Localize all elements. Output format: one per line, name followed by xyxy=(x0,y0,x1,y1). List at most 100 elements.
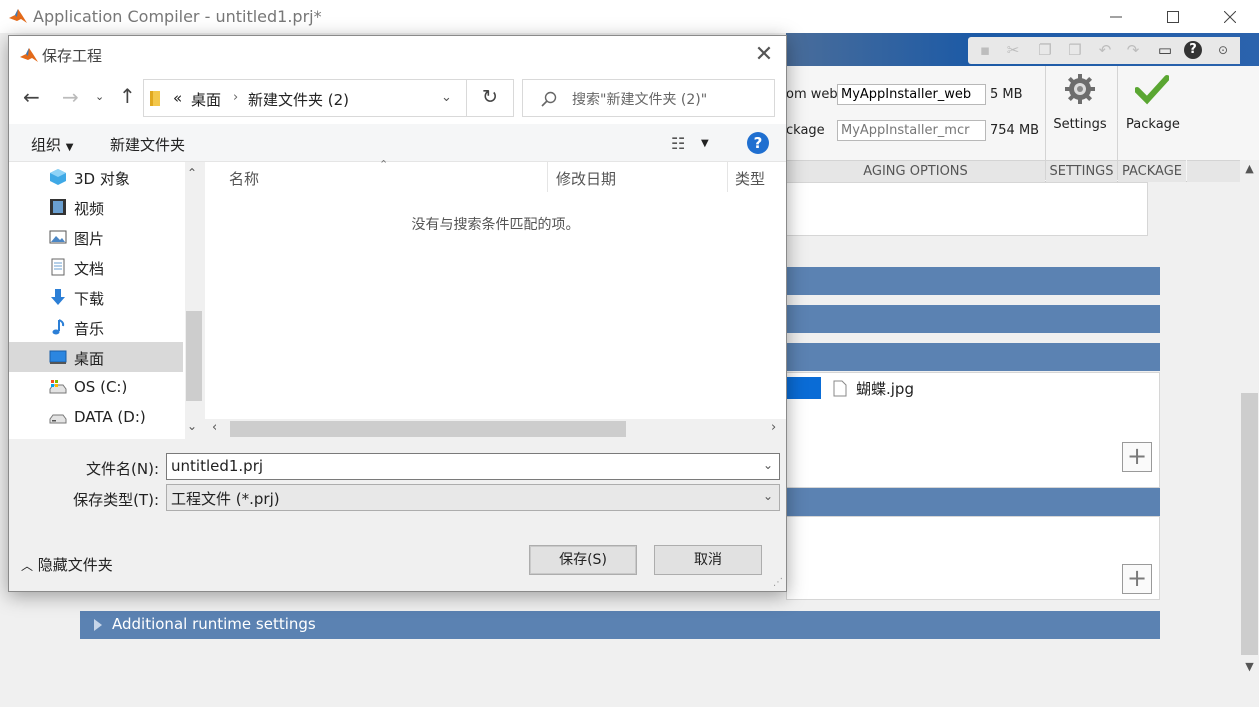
address-bar[interactable]: « 桌面 › 新建文件夹 (2) ⌄ ↻ xyxy=(143,79,514,117)
back-icon[interactable]: ← xyxy=(23,85,40,109)
selected-file-highlight[interactable] xyxy=(786,377,821,399)
mcr-installer-size: 754 MB xyxy=(990,123,1040,138)
close-dialog-button[interactable]: ✕ xyxy=(752,42,776,67)
tree-label: DATA (D:) xyxy=(74,408,146,426)
tree-item-drive-d[interactable]: DATA (D:) xyxy=(9,402,183,432)
breadcrumb-desktop[interactable]: 桌面 xyxy=(191,89,221,110)
dialog-toolbar: 组织 ▼ 新建文件夹 ☷ ▼ ? xyxy=(9,124,786,162)
save-dialog: 保存工程 ✕ ← → ⌄ ↑ « 桌面 › 新建文件夹 (2) ⌄ ↻ 搜索"新… xyxy=(8,35,787,592)
new-folder-button[interactable]: 新建文件夹 xyxy=(110,134,185,155)
additional-runtime-bar[interactable]: Additional runtime settings xyxy=(80,611,1160,639)
tree-item-desktop[interactable]: 桌面 xyxy=(9,342,183,372)
address-dropdown-icon[interactable]: ⌄ xyxy=(441,90,452,105)
cancel-button[interactable]: 取消 xyxy=(654,545,762,575)
tree-label: 桌面 xyxy=(74,350,105,368)
tree-item-3d-objects[interactable]: 3D 对象 xyxy=(9,162,183,192)
filename-input[interactable]: untitled1.prj ⌄ xyxy=(166,453,780,480)
address-divider xyxy=(466,80,467,116)
packaging-options-section: AGING OPTIONS xyxy=(786,160,1045,182)
tree-scroll-thumb[interactable] xyxy=(186,311,202,401)
chevron-down-icon[interactable]: ⌄ xyxy=(763,489,773,503)
forward-icon[interactable]: → xyxy=(62,85,79,109)
package-button[interactable]: Package xyxy=(1117,117,1189,132)
description-box xyxy=(786,182,1148,236)
copy-icon[interactable]: ❐ xyxy=(1036,41,1054,59)
scroll-up-icon[interactable]: ▲ xyxy=(1240,160,1259,178)
view-options-icon[interactable]: ☷ xyxy=(671,134,685,153)
paste-icon[interactable]: ❒ xyxy=(1066,41,1084,59)
recent-locations-icon[interactable]: ⌄ xyxy=(95,90,104,103)
help-icon[interactable]: ? xyxy=(1184,41,1202,59)
main-scroll-thumb[interactable] xyxy=(1241,393,1258,655)
cut-icon[interactable]: ✂ xyxy=(1004,41,1022,59)
column-header-type[interactable]: 类型 xyxy=(735,162,765,192)
chevron-up-icon: ︿ xyxy=(21,559,34,573)
close-window-button[interactable] xyxy=(1201,0,1259,33)
tree-label: 视频 xyxy=(74,200,105,218)
column-divider[interactable] xyxy=(727,162,728,192)
additional-runtime-label: Additional runtime settings xyxy=(112,615,316,633)
column-header-modified[interactable]: 修改日期 xyxy=(556,162,616,192)
chevron-down-icon[interactable]: ⌄ xyxy=(763,458,773,472)
settings-section: SETTINGS xyxy=(1046,160,1117,182)
navigation-bar: ← → ⌄ ↑ « 桌面 › 新建文件夹 (2) ⌄ ↻ 搜索"新建文件夹 (2… xyxy=(9,74,786,124)
window-layout-icon[interactable]: ▭ xyxy=(1156,41,1174,59)
save-button[interactable]: 保存(S) xyxy=(529,545,637,575)
download-icon xyxy=(51,289,65,305)
minimize-button[interactable] xyxy=(1087,0,1145,33)
tree-item-downloads[interactable]: 下载 xyxy=(9,282,183,312)
tree-item-drive-c[interactable]: OS (C:) xyxy=(9,372,183,402)
breadcrumb-separator-icon[interactable]: › xyxy=(233,90,238,105)
add-file-button-2[interactable]: + xyxy=(1122,564,1152,594)
column-header-name[interactable]: 名称 xyxy=(229,162,259,192)
settings-button[interactable]: Settings xyxy=(1044,117,1116,132)
filetype-value: 工程文件 (*.prj) xyxy=(171,490,280,508)
search-placeholder: 搜索"新建文件夹 (2)" xyxy=(572,92,708,108)
filename-value: untitled1.prj xyxy=(171,457,264,475)
tree-item-documents[interactable]: 文档 xyxy=(9,252,183,282)
file-name: 蝴蝶.jpg xyxy=(856,380,914,398)
title-bar: Application Compiler - untitled1.prj* xyxy=(0,0,1259,33)
scroll-right-icon[interactable]: › xyxy=(771,420,776,435)
tree-scroll-down-icon[interactable]: ⌄ xyxy=(187,419,197,433)
tree-item-music[interactable]: 音乐 xyxy=(9,312,183,342)
save-icon[interactable]: ▪ xyxy=(976,41,994,59)
add-file-button[interactable]: + xyxy=(1122,442,1152,472)
organize-button[interactable]: 组织 ▼ xyxy=(31,134,74,155)
h-scroll-thumb[interactable] xyxy=(230,421,626,437)
refresh-icon[interactable]: ↻ xyxy=(482,86,498,108)
search-box[interactable]: 搜索"新建文件夹 (2)" xyxy=(522,79,775,117)
tree-item-pictures[interactable]: 图片 xyxy=(9,222,183,252)
mcr-installer-label: ckage xyxy=(786,123,825,138)
undo-icon[interactable]: ↶ xyxy=(1096,41,1114,59)
up-icon[interactable]: ↑ xyxy=(119,84,136,108)
help-icon[interactable]: ? xyxy=(747,132,769,154)
filetype-select[interactable]: 工程文件 (*.prj) ⌄ xyxy=(166,484,780,511)
dialog-title: 保存工程 xyxy=(42,47,103,65)
scroll-down-icon[interactable]: ▼ xyxy=(1240,658,1259,676)
maximize-button[interactable] xyxy=(1144,0,1202,33)
view-dropdown-icon[interactable]: ▼ xyxy=(701,138,709,149)
hide-folders-label: 隐藏文件夹 xyxy=(37,556,113,574)
sort-ascending-icon: ⌃ xyxy=(379,158,389,171)
pictures-icon xyxy=(49,230,67,244)
breadcrumb-overflow[interactable]: « xyxy=(173,89,182,107)
redo-icon[interactable]: ↷ xyxy=(1124,41,1142,59)
organize-label: 组织 xyxy=(31,136,62,154)
column-divider[interactable] xyxy=(547,162,548,192)
resize-grip-icon[interactable]: ⋰ xyxy=(773,577,783,588)
scroll-left-icon[interactable]: ‹ xyxy=(212,420,217,435)
hide-folders-toggle[interactable]: ︿ 隐藏文件夹 xyxy=(21,554,113,575)
dropdown-icon[interactable]: ⊙ xyxy=(1214,41,1232,59)
tree-scroll-up-icon[interactable]: ⌃ xyxy=(187,166,197,180)
tree-item-video[interactable]: 视频 xyxy=(9,192,183,222)
web-installer-input[interactable] xyxy=(837,84,986,105)
mcr-installer-input[interactable] xyxy=(837,120,986,141)
organize-dropdown-icon: ▼ xyxy=(65,142,74,153)
tree-label: OS (C:) xyxy=(74,378,128,396)
breadcrumb-folder[interactable]: 新建文件夹 (2) xyxy=(248,89,349,110)
gear-icon[interactable] xyxy=(1063,72,1097,106)
checkmark-icon[interactable] xyxy=(1135,74,1169,106)
documents-icon xyxy=(51,258,65,276)
tree-label: 3D 对象 xyxy=(74,170,130,188)
